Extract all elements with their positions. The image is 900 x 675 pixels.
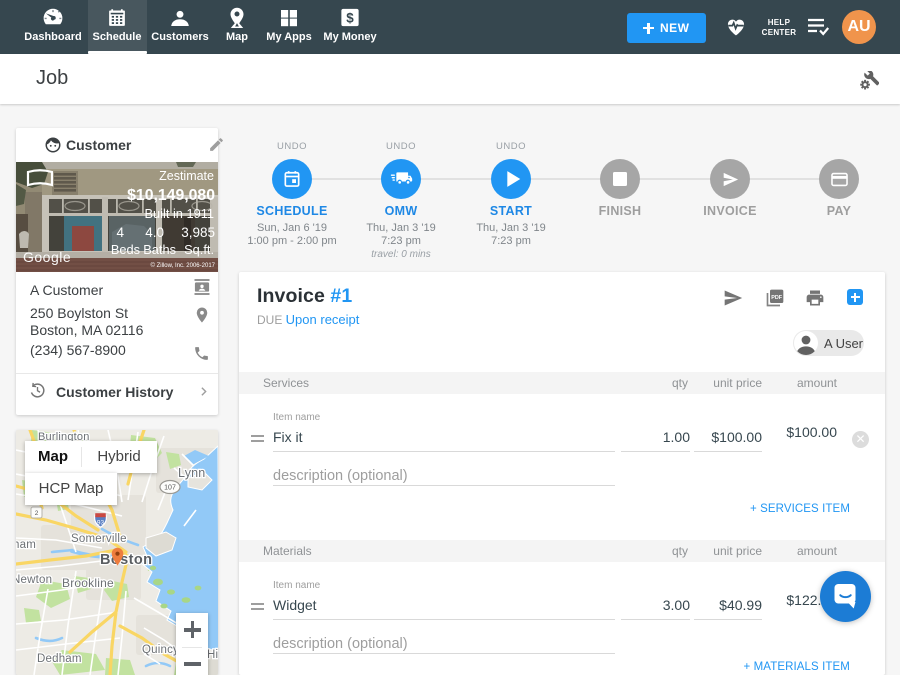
svg-text:93: 93	[97, 520, 105, 527]
svg-text:Google: Google	[23, 249, 71, 265]
svg-text:Built in 1911: Built in 1911	[145, 206, 214, 221]
svg-text:4.0: 4.0	[145, 225, 164, 240]
svg-text:© Zillow, Inc. 2006-2017: © Zillow, Inc. 2006-2017	[151, 262, 216, 269]
svg-text:Somerville: Somerville	[71, 533, 127, 545]
svg-text:4: 4	[116, 225, 124, 240]
svg-text:Newton: Newton	[16, 574, 52, 586]
svg-text:$: $	[346, 11, 354, 26]
svg-text:Brookline: Brookline	[62, 576, 114, 590]
svg-text:PDF: PDF	[771, 295, 783, 301]
svg-text:$10,149,080: $10,149,080	[127, 187, 215, 204]
svg-text:ham: ham	[16, 539, 36, 551]
svg-text:Boston: Boston	[100, 552, 152, 568]
svg-text:Sq.ft.: Sq.ft.	[184, 242, 214, 257]
svg-text:107: 107	[164, 485, 176, 492]
svg-text:Beds: Beds	[111, 242, 140, 257]
svg-text:3,985: 3,985	[181, 225, 215, 240]
svg-text:Hi: Hi	[207, 649, 218, 661]
svg-text:Quincy: Quincy	[142, 644, 179, 656]
svg-text:Lynn: Lynn	[178, 466, 205, 480]
svg-text:2: 2	[35, 510, 39, 517]
svg-text:Baths: Baths	[143, 242, 176, 257]
svg-text:Zestimate: Zestimate	[159, 169, 214, 183]
svg-text:Dedham: Dedham	[37, 653, 82, 665]
